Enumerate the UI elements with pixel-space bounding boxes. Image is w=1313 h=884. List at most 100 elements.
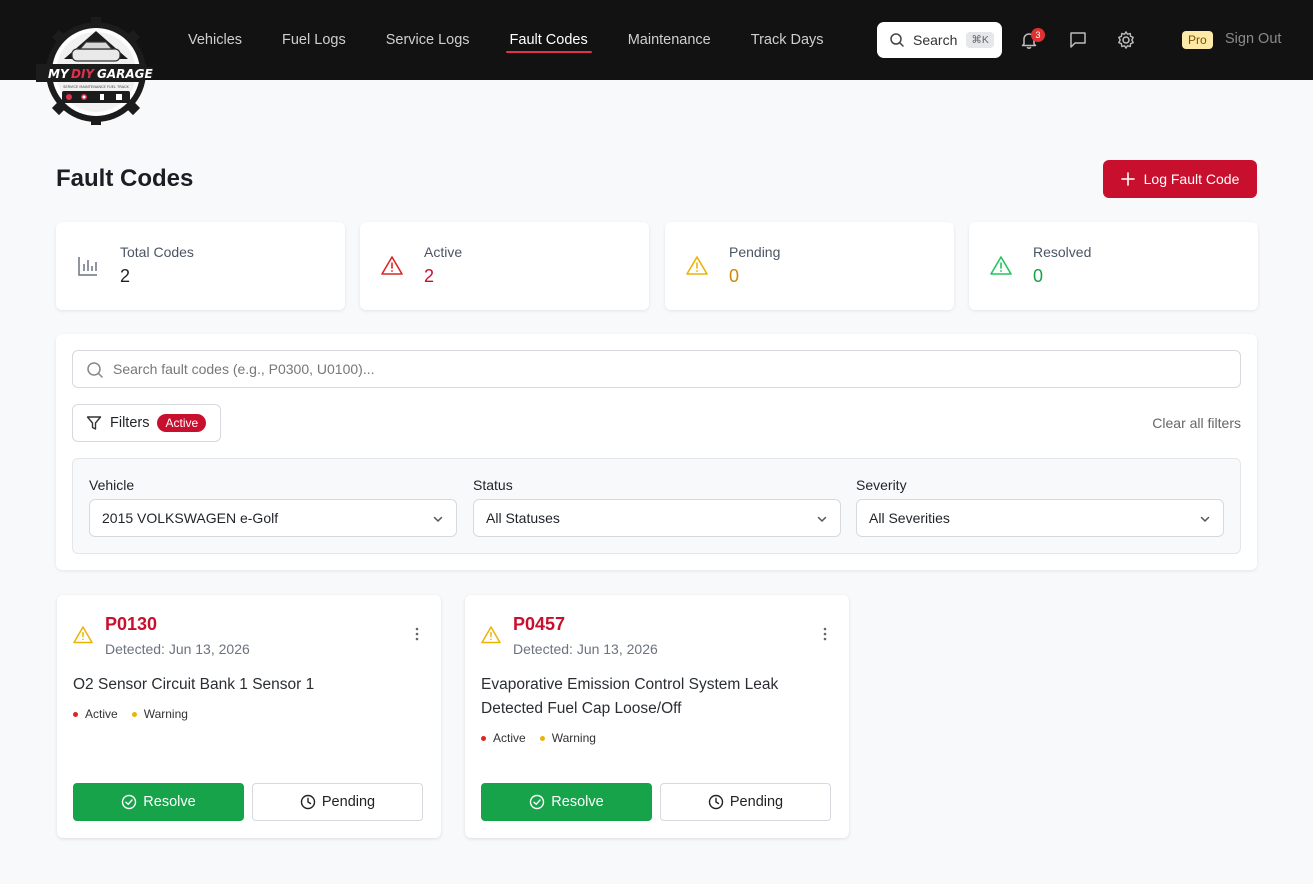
more-options-icon[interactable]	[415, 627, 419, 641]
stat-value-active: 2	[424, 266, 435, 286]
stat-label-active: Active	[424, 244, 463, 260]
my-diy-garage-logo[interactable]: MY DIY GARAGE SERVICE MAINTENANCE FUEL T…	[36, 17, 156, 125]
warning-triangle-icon	[73, 626, 93, 644]
more-options-icon[interactable]	[823, 627, 827, 641]
fault-code-card: P0457 Detected: Jun 13, 2026 Evaporative…	[465, 595, 849, 838]
nav-fuel-logs[interactable]: Fuel Logs	[282, 0, 346, 80]
check-circle-icon	[122, 794, 137, 810]
search-icon	[890, 33, 904, 47]
global-search-button[interactable]: Search ⌘K	[877, 22, 1002, 58]
status-filter-group: Status All Statuses	[473, 477, 841, 537]
stat-card-pending: Pending 0	[665, 222, 954, 310]
logo-tagline: SERVICE MAINTENANCE FUEL TRACK	[63, 85, 129, 89]
stat-label-total: Total Codes	[120, 244, 194, 260]
vehicle-filter-label: Vehicle	[89, 477, 135, 493]
alert-triangle-icon	[686, 256, 708, 275]
chat-bubble-icon	[1070, 32, 1086, 48]
resolve-button[interactable]: Resolve	[481, 783, 652, 821]
severity-tag-label: Warning	[143, 707, 188, 721]
fault-code[interactable]: P0457	[513, 614, 565, 635]
resolve-button[interactable]: Resolve	[73, 783, 244, 821]
chevron-down-icon	[817, 516, 827, 522]
messages-button[interactable]	[1066, 28, 1090, 52]
bar-chart-icon	[78, 257, 97, 276]
pending-label: Pending	[729, 794, 784, 810]
filters-active-badge: Active	[157, 414, 207, 432]
nav-vehicles[interactable]: Vehicles	[188, 0, 242, 80]
vehicle-filter-group: Vehicle 2015 VOLKSWAGEN e-Golf	[89, 477, 457, 537]
fault-code-card: P0130 Detected: Jun 13, 2026 O2 Sensor C…	[57, 595, 441, 838]
pending-button[interactable]: Pending	[252, 783, 423, 821]
alert-triangle-icon	[990, 256, 1012, 275]
nav-fault-codes[interactable]: Fault Codes	[505, 0, 592, 80]
chevron-down-icon	[433, 516, 443, 522]
search-label: Search	[913, 32, 958, 48]
severity-filter-group: Severity All Severities	[856, 477, 1224, 537]
detected-date: Detected: Jun 13, 2026	[105, 641, 250, 657]
pending-label: Pending	[321, 794, 376, 810]
pending-button[interactable]: Pending	[660, 783, 831, 821]
fault-code-search-input[interactable]	[113, 351, 1213, 387]
resolve-label: Resolve	[551, 794, 604, 810]
plus-icon	[1120, 172, 1135, 186]
clock-icon	[300, 794, 316, 810]
fault-description: Evaporative Emission Control System Leak…	[481, 676, 779, 717]
clear-all-filters-link[interactable]: Clear all filters	[1152, 415, 1241, 431]
stat-card-active: Active 2	[360, 222, 649, 310]
alert-triangle-icon	[381, 256, 403, 275]
check-circle-icon	[530, 794, 545, 810]
nav-service-logs[interactable]: Service Logs	[386, 0, 470, 80]
fault-description: O2 Sensor Circuit Bank 1 Sensor 1	[73, 676, 315, 693]
status-tag-label: Active	[85, 707, 118, 721]
stat-label-pending: Pending	[729, 244, 781, 260]
filters-label: Filters	[110, 415, 150, 431]
settings-button[interactable]	[1114, 28, 1138, 52]
log-fault-code-label: Log Fault Code	[1143, 171, 1240, 187]
stat-value-resolved: 0	[1033, 266, 1044, 286]
severity-select[interactable]: All Severities	[856, 499, 1224, 537]
vehicle-select[interactable]: 2015 VOLKSWAGEN e-Golf	[89, 499, 457, 537]
status-select[interactable]: All Statuses	[473, 499, 841, 537]
nav-maintenance[interactable]: Maintenance	[628, 0, 711, 80]
detected-date: Detected: Jun 13, 2026	[513, 641, 658, 657]
logo-text-garage: GARAGE	[97, 67, 154, 81]
fault-tags: Active Warning	[481, 731, 610, 745]
sign-out-link[interactable]: Sign Out	[1225, 31, 1281, 47]
stat-value-pending: 0	[729, 266, 740, 286]
filter-options-box: Vehicle 2015 VOLKSWAGEN e-Golf Status Al…	[72, 458, 1241, 554]
vehicle-select-value: 2015 VOLKSWAGEN e-Golf	[102, 510, 279, 526]
clock-icon	[708, 794, 724, 810]
pro-badge: Pro	[1182, 31, 1213, 49]
severity-tag: Warning	[539, 731, 596, 745]
main-nav: Vehicles Fuel Logs Service Logs Fault Co…	[188, 0, 864, 80]
severity-filter-label: Severity	[856, 477, 907, 493]
fault-code[interactable]: P0130	[105, 614, 157, 635]
nav-track-days[interactable]: Track Days	[751, 0, 824, 80]
page-title: Fault Codes	[56, 165, 194, 192]
fault-tags: Active Warning	[73, 707, 202, 721]
severity-select-value: All Severities	[869, 510, 950, 526]
filters-toggle-button[interactable]: Filters Active	[72, 404, 221, 442]
logo-icons	[62, 91, 130, 103]
warning-triangle-icon	[481, 626, 501, 644]
filter-panel: Filters Active Clear all filters Vehicle…	[56, 334, 1257, 570]
status-tag-label: Active	[493, 731, 526, 745]
resolve-label: Resolve	[143, 794, 196, 810]
severity-tag: Warning	[131, 707, 188, 721]
stat-label-resolved: Resolved	[1033, 244, 1092, 260]
stat-value-total: 2	[120, 266, 131, 286]
search-icon	[87, 362, 103, 378]
status-tag: Active	[73, 707, 118, 721]
fault-code-search-field	[72, 350, 1241, 388]
filter-funnel-icon	[86, 416, 102, 430]
logo-text-my: MY	[48, 67, 70, 81]
log-fault-code-button[interactable]: Log Fault Code	[1103, 160, 1257, 198]
status-tag: Active	[481, 731, 526, 745]
chevron-down-icon	[1200, 516, 1210, 522]
status-select-value: All Statuses	[486, 510, 560, 526]
notification-count-badge: 3	[1031, 28, 1045, 42]
search-shortcut: ⌘K	[966, 32, 994, 48]
status-filter-label: Status	[473, 477, 513, 493]
stat-card-total: Total Codes 2	[56, 222, 345, 310]
stat-card-resolved: Resolved 0	[969, 222, 1258, 310]
